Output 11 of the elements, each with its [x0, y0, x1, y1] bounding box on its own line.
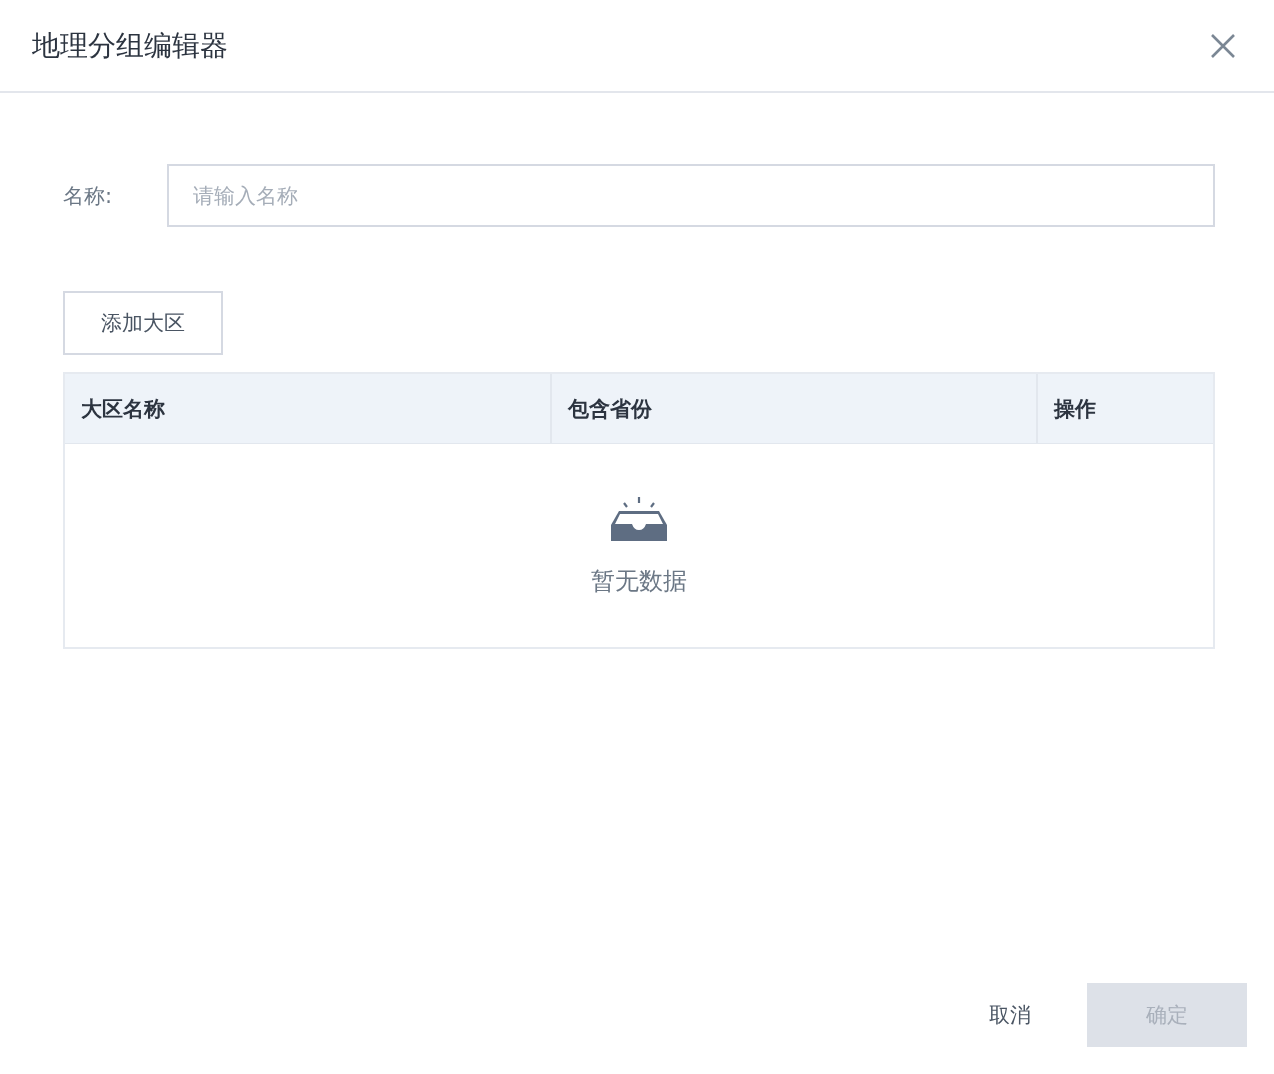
cancel-button[interactable]: 取消: [973, 1001, 1047, 1029]
empty-inbox-icon: [610, 494, 668, 543]
column-header: 大区名称: [65, 374, 552, 443]
add-region-button[interactable]: 添加大区: [63, 291, 223, 355]
name-label: 名称:: [63, 182, 114, 210]
empty-text: 暂无数据: [591, 565, 687, 597]
column-header: 操作: [1052, 395, 1097, 423]
name-input-field[interactable]: 请输入名称: [167, 164, 1215, 227]
column-header: 包含省份: [552, 374, 1038, 443]
close-icon[interactable]: [1210, 32, 1236, 59]
dialog-title: 地理分组编辑器: [32, 27, 228, 64]
